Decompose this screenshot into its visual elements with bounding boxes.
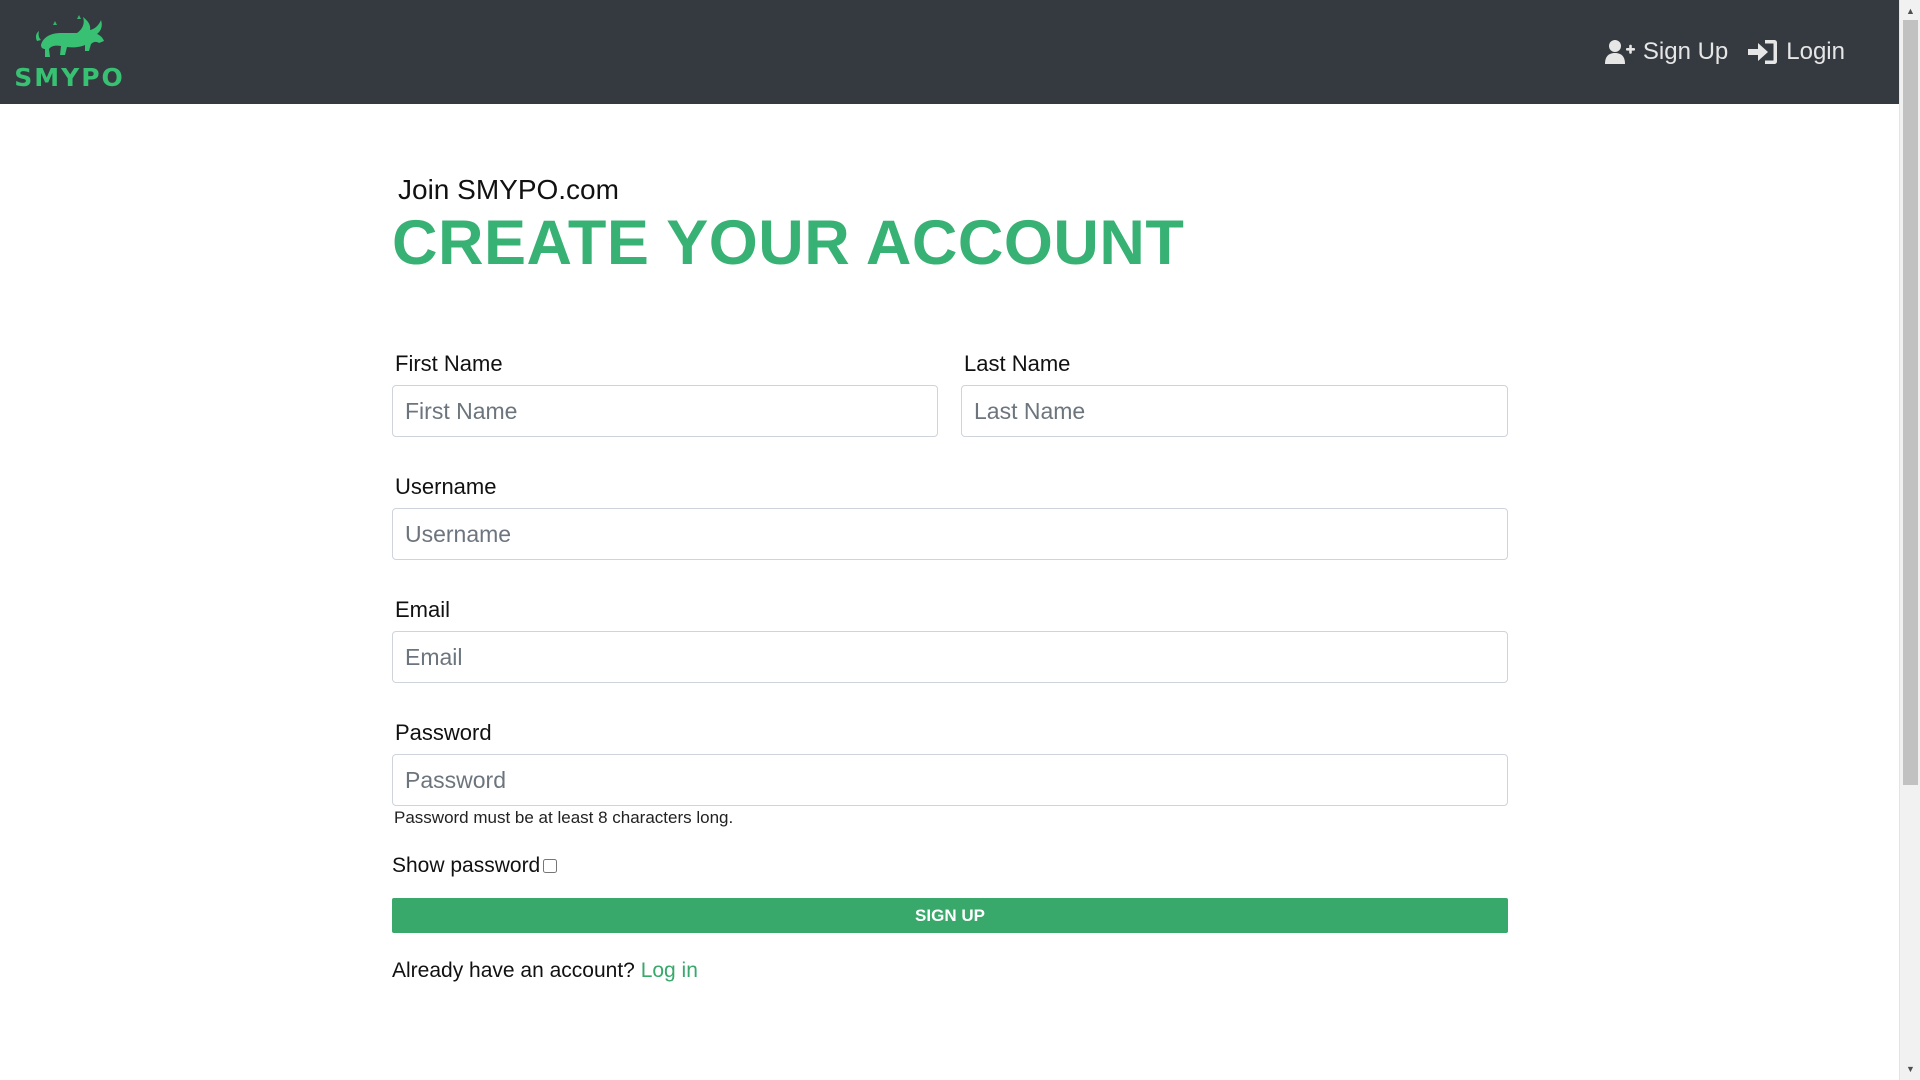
sign-up-button[interactable]: SIGN UP bbox=[392, 898, 1508, 933]
password-label: Password bbox=[395, 720, 492, 745]
scroll-thumb[interactable] bbox=[1903, 20, 1918, 785]
nav-login-link[interactable]: Login bbox=[1748, 38, 1845, 66]
last-name-label: Last Name bbox=[964, 351, 1071, 376]
page-scrollbar[interactable]: ▲ ▼ bbox=[1899, 0, 1920, 1080]
bull-logo-icon bbox=[35, 14, 104, 57]
page-title: CREATE YOUR ACCOUNT bbox=[392, 208, 1185, 278]
scroll-up-arrow-icon[interactable]: ▲ bbox=[1900, 2, 1920, 20]
brand-name: SMYPO bbox=[14, 62, 125, 92]
login-link[interactable]: Log in bbox=[641, 959, 698, 982]
brand-logo[interactable]: SMYPO bbox=[14, 14, 123, 90]
login-prompt-text: Already have an account? bbox=[392, 959, 635, 982]
nav-signup-label: Sign Up bbox=[1642, 38, 1729, 65]
last-name-input[interactable] bbox=[961, 385, 1508, 437]
sign-in-icon bbox=[1748, 40, 1778, 64]
top-navbar: SMYPO Sign Up Login bbox=[0, 0, 1899, 104]
email-label: Email bbox=[395, 597, 451, 622]
show-password-checkbox[interactable] bbox=[543, 859, 558, 873]
scroll-down-arrow-icon[interactable]: ▼ bbox=[1900, 1060, 1920, 1078]
user-plus-icon bbox=[1604, 40, 1635, 64]
first-name-input[interactable] bbox=[392, 385, 938, 437]
password-input[interactable] bbox=[392, 754, 1508, 806]
password-helper-text: Password must be at least 8 characters l… bbox=[394, 808, 734, 827]
page-kicker: Join SMYPO.com bbox=[398, 174, 619, 205]
first-name-label: First Name bbox=[395, 351, 503, 376]
nav-login-label: Login bbox=[1786, 38, 1845, 65]
show-password-toggle[interactable]: Show password bbox=[392, 854, 558, 878]
login-prompt: Already have an account? Log in bbox=[392, 959, 698, 983]
email-input[interactable] bbox=[392, 631, 1508, 683]
nav-links: Sign Up Login bbox=[1604, 38, 1845, 66]
username-input[interactable] bbox=[392, 508, 1508, 560]
show-password-label: Show password bbox=[392, 854, 541, 877]
username-label: Username bbox=[395, 474, 497, 499]
nav-signup-link[interactable]: Sign Up bbox=[1604, 38, 1729, 66]
